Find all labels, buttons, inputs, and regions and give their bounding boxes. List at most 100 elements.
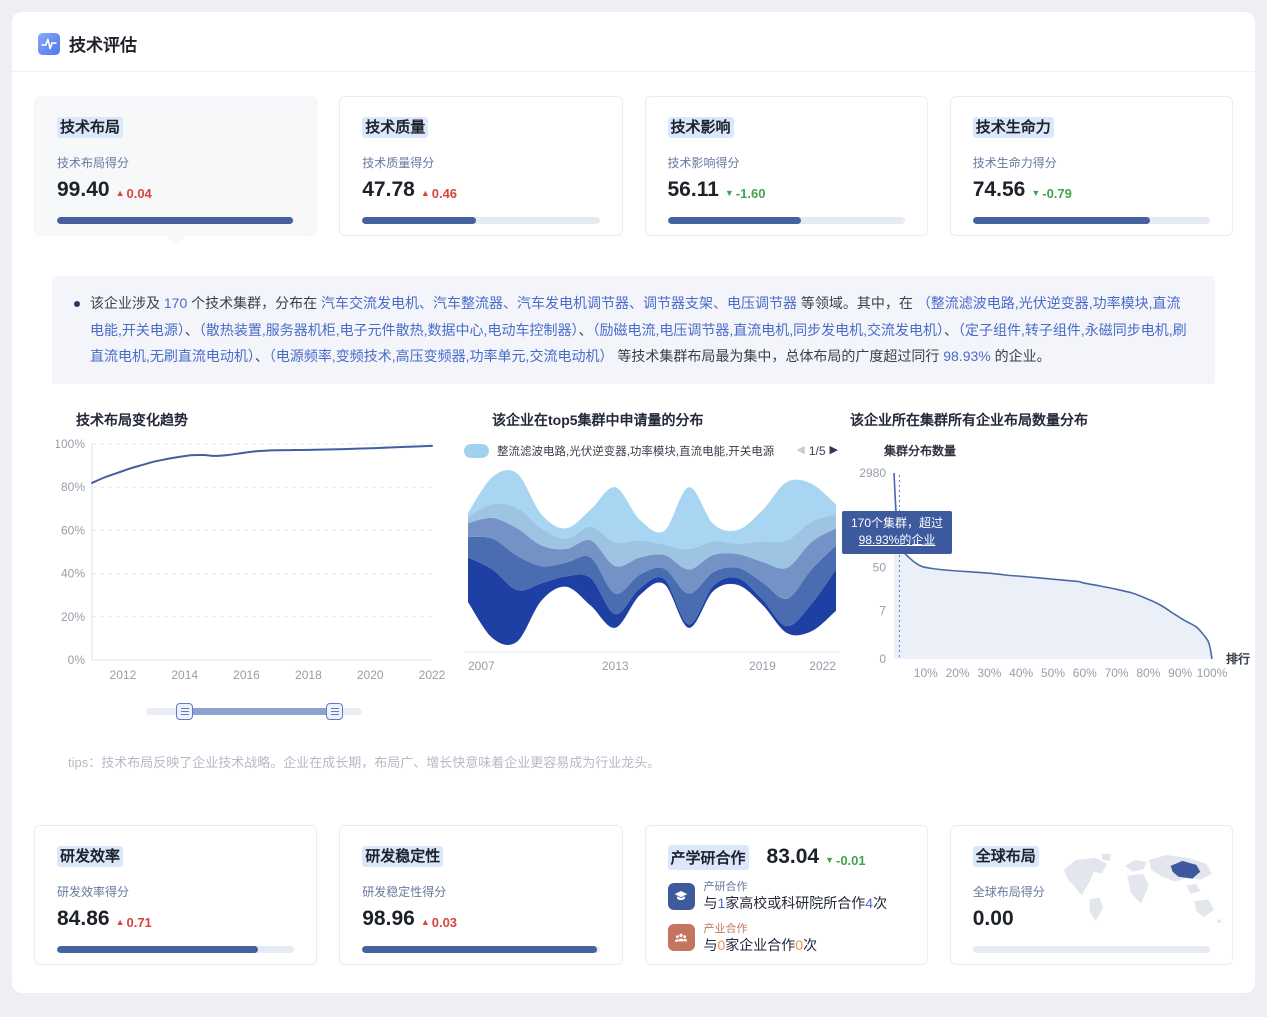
rank-chart-block: 该企业所在集群所有企业布局数量分布 集群分布数量 2980507010%20%3… <box>850 410 1252 722</box>
research-cooperation-label: 产研合作 <box>704 881 888 894</box>
score-progress-bar <box>57 946 294 953</box>
progress-fill <box>668 217 801 224</box>
progress-fill <box>57 217 293 224</box>
svg-text:80%: 80% <box>1136 666 1160 680</box>
slider-handle-left[interactable] <box>176 703 193 720</box>
legend-prev-icon[interactable] <box>796 445 804 456</box>
research-cooperation-meta: 产研合作 与1家高校或科研院所合作4次 <box>704 881 888 912</box>
score-value-row: 83.04 -0.01 <box>767 845 866 869</box>
svg-text:50: 50 <box>873 560 887 574</box>
card-title-row: 产学研合作 83.04 -0.01 <box>668 845 905 870</box>
score-value-row: 74.56 -0.79 <box>973 178 1210 202</box>
score-value: 84.86 <box>57 907 110 931</box>
svg-text:90%: 90% <box>1168 666 1192 680</box>
svg-text:0%: 0% <box>68 653 86 667</box>
svg-text:2012: 2012 <box>110 668 137 682</box>
top-metric-cards: 技术布局 技术布局得分 99.40 0.04 技术质量 技术质量得分 47.78… <box>12 72 1255 236</box>
svg-text:10%: 10% <box>914 666 938 680</box>
trend-arrow-icon <box>421 189 430 198</box>
metric-card-tech-layout[interactable]: 技术布局 技术布局得分 99.40 0.04 <box>34 96 317 236</box>
trend-arrow-icon <box>1031 189 1040 198</box>
score-value-row: 84.86 0.71 <box>57 907 294 931</box>
score-label: 技术影响得分 <box>668 154 905 171</box>
research-cooperation-row: 产研合作 与1家高校或科研院所合作4次 <box>668 881 905 912</box>
trend-arrow-icon <box>421 918 430 927</box>
slider-selected-range[interactable] <box>184 708 335 715</box>
svg-text:2022: 2022 <box>419 668 446 682</box>
legend-label: 整流滤波电路,光伏逆变器,功率模块,直流电能,开关电源 <box>497 443 774 459</box>
legend-pager: 1/5 <box>796 444 840 458</box>
progress-fill <box>973 217 1150 224</box>
score-label: 技术布局得分 <box>57 154 294 171</box>
charts-row: 技术布局变化趋势 0%20%40%60%80%100%2012201420162… <box>56 410 1255 722</box>
score-value: 98.96 <box>362 907 415 931</box>
score-progress-bar <box>973 946 1210 953</box>
trend-arrow-icon <box>116 189 125 198</box>
card-title: 产学研合作 <box>668 845 749 870</box>
summary-block: 该企业涉及 170 个技术集群，分布在 汽车交流发电机、汽车整流器、汽车发电机调… <box>52 276 1215 384</box>
research-cooperation-text: 与1家高校或科研院所合作4次 <box>704 895 888 911</box>
svg-text:0: 0 <box>879 652 886 666</box>
rank-tooltip-line2: 98.93%的企业 <box>851 532 943 549</box>
card-industry-academia-cooperation[interactable]: 产学研合作 83.04 -0.01 产研合作 与1家高校或科研院所合作4次 <box>645 825 928 965</box>
score-label: 技术生命力得分 <box>973 154 1210 171</box>
svg-text:40%: 40% <box>1009 666 1033 680</box>
metric-card-tech-impact[interactable]: 技术影响 技术影响得分 56.11 -1.60 <box>645 96 928 236</box>
score-progress-bar <box>362 946 599 953</box>
svg-text:2014: 2014 <box>171 668 198 682</box>
svg-text:2016: 2016 <box>233 668 260 682</box>
svg-text:60%: 60% <box>1073 666 1097 680</box>
metric-card-tech-vitality[interactable]: 技术生命力 技术生命力得分 74.56 -0.79 <box>950 96 1233 236</box>
score-progress-bar <box>973 217 1210 224</box>
score-value: 47.78 <box>362 178 415 202</box>
score-delta: 0.04 <box>116 186 152 201</box>
metric-card-rd-stability[interactable]: 研发稳定性 研发稳定性得分 98.96 0.03 <box>339 825 622 965</box>
score-value-row: 98.96 0.03 <box>362 907 599 931</box>
svg-text:30%: 30% <box>977 666 1001 680</box>
score-value-row: 56.11 -1.60 <box>668 178 905 202</box>
tech-assessment-pulse-icon <box>38 33 60 55</box>
people-group-glyph <box>673 930 689 946</box>
score-value-row: 47.78 0.46 <box>362 178 599 202</box>
progress-fill <box>362 217 475 224</box>
score-value: 0.00 <box>973 907 1014 931</box>
card-title: 技术生命力 <box>973 116 1210 137</box>
score-progress-bar <box>362 217 599 224</box>
tips-text: tips：技术布局反映了企业技术战略。企业在成长期，布局广、增长快意味着企业更容… <box>68 752 1255 771</box>
score-value: 83.04 <box>767 845 820 869</box>
score-progress-bar <box>57 217 294 224</box>
drag-handle-icon <box>331 711 339 713</box>
trend-chart-block: 技术布局变化趋势 0%20%40%60%80%100%2012201420162… <box>56 410 454 722</box>
svg-text:100%: 100% <box>56 437 85 451</box>
metric-card-tech-quality[interactable]: 技术质量 技术质量得分 47.78 0.46 <box>339 96 622 236</box>
svg-text:2007: 2007 <box>468 659 495 673</box>
rank-distribution-chart: 2980507010%20%30%40%50%60%70%80%90%100%排… <box>850 461 1252 689</box>
score-label: 研发稳定性得分 <box>362 883 599 900</box>
bottom-metric-cards: 研发效率 研发效率得分 84.86 0.71 研发稳定性 研发稳定性得分 98.… <box>12 825 1255 965</box>
drag-handle-icon <box>181 711 189 713</box>
rank-chart-wrap: 2980507010%20%30%40%50%60%70%80%90%100%排… <box>850 461 1252 689</box>
svg-text:50%: 50% <box>1041 666 1065 680</box>
stream-chart-block: 该企业在top5集群中申请量的分布 整流滤波电路,光伏逆变器,功率模块,直流电能… <box>464 410 840 722</box>
svg-text:排行: 排行 <box>1226 651 1250 666</box>
svg-text:70%: 70% <box>1105 666 1129 680</box>
legend-next-icon[interactable] <box>830 445 838 456</box>
card-global-layout[interactable]: 全球布局 全球布局得分 0.00 <box>950 825 1233 965</box>
tech-assessment-panel: 技术评估 技术布局 技术布局得分 99.40 0.04 技术质量 技术质量得分 … <box>12 12 1255 993</box>
score-label: 技术质量得分 <box>362 154 599 171</box>
industry-cooperation-label: 产业合作 <box>704 923 818 936</box>
slider-handle-right[interactable] <box>326 703 343 720</box>
summary-text: 该企业涉及 170 个技术集群，分布在 汽车交流发电机、汽车整流器、汽车发电机调… <box>90 290 1193 370</box>
industry-cooperation-row: 产业合作 与0家企业合作0次 <box>668 923 905 954</box>
card-title: 研发效率 <box>57 845 294 866</box>
trend-arrow-icon <box>116 918 125 927</box>
score-progress-bar <box>668 217 905 224</box>
world-map-icon <box>1056 852 1224 936</box>
page-header: 技术评估 <box>12 12 1255 72</box>
svg-text:20%: 20% <box>61 610 85 624</box>
metric-card-rd-efficiency[interactable]: 研发效率 研发效率得分 84.86 0.71 <box>34 825 317 965</box>
year-range-slider[interactable] <box>56 700 454 722</box>
page-title: 技术评估 <box>69 31 137 56</box>
graduation-cap-glyph <box>673 888 689 904</box>
graduation-cap-icon <box>668 883 695 910</box>
